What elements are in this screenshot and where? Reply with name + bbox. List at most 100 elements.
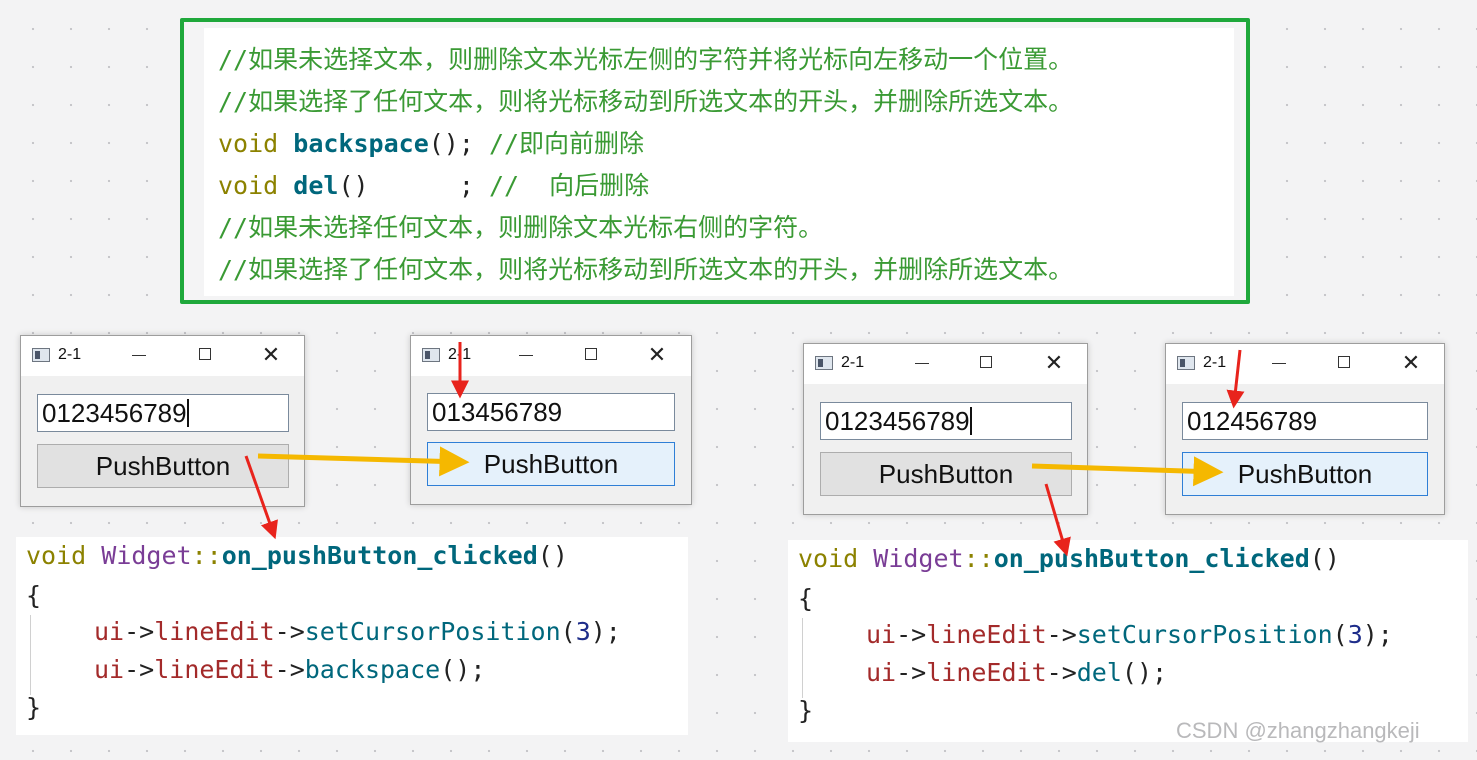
window-title: 2-1 — [841, 354, 865, 371]
minimize-icon[interactable] — [1266, 352, 1292, 374]
keyword-void: void — [218, 129, 279, 158]
method-setcursorposition: setCursorPosition — [304, 617, 561, 646]
class-name: Widget — [873, 544, 964, 573]
open-brace: { — [798, 584, 814, 613]
method-backspace: backspace — [304, 655, 441, 684]
code-panel-backspace: void Widget::on_pushButton_clicked() { u… — [16, 537, 688, 735]
code-line-backspace: ui->lineEdit->backspace(); — [94, 655, 486, 684]
scope-operator: :: — [963, 544, 994, 573]
minimize-icon[interactable] — [909, 352, 935, 374]
app-window-icon — [1177, 356, 1195, 370]
window-title: 2-1 — [1203, 354, 1227, 371]
member-lineedit: lineEdit — [154, 617, 275, 646]
method-setcursorposition: setCursorPosition — [1076, 620, 1333, 649]
code-line-set-cursor: ui->lineEdit->setCursorPosition(3); — [94, 617, 621, 646]
fn-del: del — [293, 171, 339, 200]
title-bar[interactable]: 2-1 ✕ — [1166, 344, 1444, 384]
object-ui: ui — [866, 620, 897, 649]
function-name: on_pushButton_clicked — [221, 541, 538, 570]
app-window-icon — [422, 348, 440, 362]
window-title: 2-1 — [58, 346, 82, 363]
close-icon[interactable]: ✕ — [258, 344, 284, 366]
maximize-icon[interactable] — [579, 344, 605, 366]
line-edit[interactable]: 0123456789 — [820, 402, 1072, 440]
line-edit-text: 012456789 — [1187, 406, 1318, 436]
object-ui: ui — [866, 658, 897, 687]
close-brace: } — [26, 693, 42, 722]
indent-guide — [30, 615, 31, 695]
line-edit[interactable]: 012456789 — [1182, 402, 1428, 440]
qt-window-3: 2-1 ✕ 0123456789 PushButton — [803, 343, 1088, 515]
push-button[interactable]: PushButton — [820, 452, 1072, 496]
object-ui: ui — [94, 617, 125, 646]
top-code-line-del: void del() ; // 向后删除 — [218, 166, 649, 206]
close-icon[interactable]: ✕ — [1041, 352, 1067, 374]
member-lineedit: lineEdit — [926, 658, 1047, 687]
window-title: 2-1 — [448, 346, 472, 363]
method-del: del — [1076, 658, 1122, 687]
top-comment-line-2: //如果选择了任何文本，则将光标移动到所选文本的开头，并删除所选文本。 — [218, 87, 1074, 116]
parens: () — [537, 541, 568, 570]
arrow-operator: -> — [1046, 620, 1077, 649]
code-panel-del: void Widget::on_pushButton_clicked() { u… — [788, 540, 1468, 742]
line-edit[interactable]: 013456789 — [427, 393, 675, 431]
line-edit[interactable]: 0123456789 — [37, 394, 289, 432]
parens: () ; — [338, 171, 474, 200]
text-cursor — [969, 407, 972, 435]
top-comment-line-1: //如果未选择文本，则删除文本光标左侧的字符并将光标向左移动一个位置。 — [218, 45, 1074, 74]
top-comment-line-6: //如果选择了任何文本，则将光标移动到所选文本的开头，并删除所选文本。 — [218, 255, 1074, 284]
keyword-void: void — [798, 544, 859, 573]
class-name: Widget — [101, 541, 192, 570]
qt-window-4: 2-1 ✕ 012456789 PushButton — [1165, 343, 1445, 515]
arg-number: 3 — [575, 617, 591, 646]
member-lineedit: lineEdit — [926, 620, 1047, 649]
push-button[interactable]: PushButton — [427, 442, 675, 486]
arrow-operator: -> — [1046, 658, 1077, 687]
indent-guide — [802, 618, 803, 698]
title-bar[interactable]: 2-1 ✕ — [804, 344, 1087, 384]
minimize-icon[interactable] — [513, 344, 539, 366]
parens: () — [1309, 544, 1340, 573]
code-line-signature: void Widget::on_pushButton_clicked() — [26, 537, 568, 575]
qt-window-1: 2-1 ✕ 0123456789 PushButton — [20, 335, 305, 507]
push-button[interactable]: PushButton — [37, 444, 289, 488]
top-code-line-backspace: void backspace(); //即向前删除 — [218, 124, 644, 164]
keyword-void: void — [218, 171, 279, 200]
member-lineedit: lineEdit — [154, 655, 275, 684]
maximize-icon[interactable] — [974, 352, 1000, 374]
title-bar[interactable]: 2-1 ✕ — [21, 336, 304, 376]
close-icon[interactable]: ✕ — [1398, 352, 1424, 374]
function-name: on_pushButton_clicked — [993, 544, 1310, 573]
maximize-icon[interactable] — [193, 344, 219, 366]
qt-window-2: 2-1 ✕ 013456789 PushButton — [410, 335, 692, 505]
app-window-icon — [815, 356, 833, 370]
code-line-signature: void Widget::on_pushButton_clicked() — [798, 540, 1340, 578]
title-bar[interactable]: 2-1 ✕ — [411, 336, 691, 376]
arrow-operator: -> — [274, 655, 305, 684]
app-window-icon — [32, 348, 50, 362]
arrow-operator: -> — [896, 620, 927, 649]
code-line-del: ui->lineEdit->del(); — [866, 658, 1168, 687]
push-button[interactable]: PushButton — [1182, 452, 1428, 496]
top-code-frame: //如果未选择文本，则删除文本光标左侧的字符并将光标向左移动一个位置。 //如果… — [180, 18, 1250, 304]
scope-operator: :: — [191, 541, 222, 570]
parens: (); — [428, 129, 474, 158]
keyword-void: void — [26, 541, 87, 570]
line-edit-text: 0123456789 — [825, 406, 970, 436]
open-brace: { — [26, 581, 42, 610]
maximize-icon[interactable] — [1332, 352, 1358, 374]
line-edit-text: 0123456789 — [42, 398, 187, 428]
top-code-block: //如果未选择文本，则删除文本光标左侧的字符并将光标向左移动一个位置。 //如果… — [204, 28, 1234, 296]
close-icon[interactable]: ✕ — [644, 344, 670, 366]
minimize-icon[interactable] — [126, 344, 152, 366]
text-cursor — [186, 399, 189, 427]
close-brace: } — [798, 696, 814, 725]
arrow-operator: -> — [124, 617, 155, 646]
object-ui: ui — [94, 655, 125, 684]
watermark: CSDN @zhangzhangkeji — [1176, 718, 1420, 743]
top-comment-line-5: //如果未选择任何文本，则删除文本光标右侧的字符。 — [218, 213, 824, 242]
comment-del: // 向后删除 — [473, 171, 650, 200]
arrow-operator: -> — [274, 617, 305, 646]
arrow-operator: -> — [896, 658, 927, 687]
code-line-set-cursor: ui->lineEdit->setCursorPosition(3); — [866, 620, 1393, 649]
